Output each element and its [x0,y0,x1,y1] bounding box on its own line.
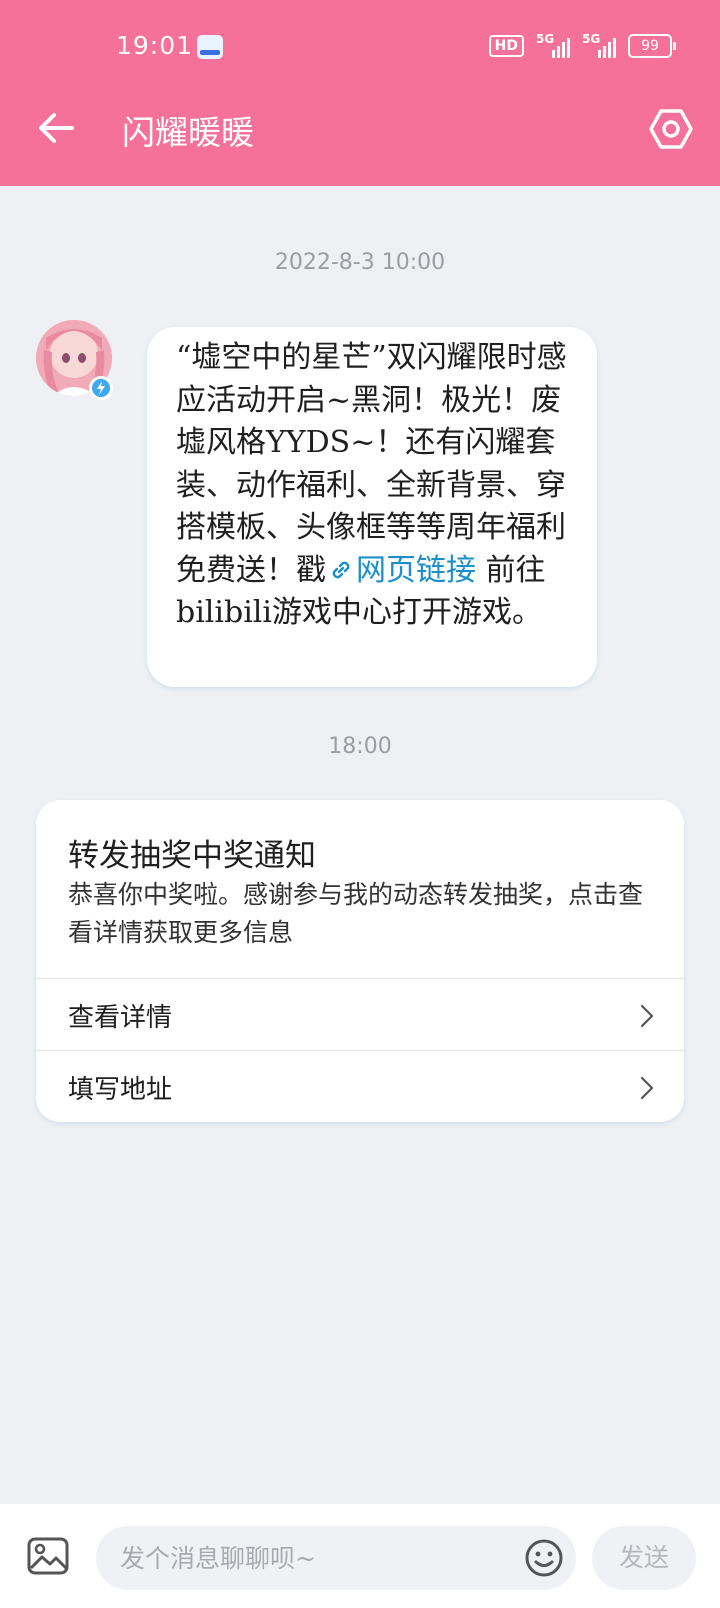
message-timestamp: 2022-8-3 10:00 [274,250,446,275]
view-details-row[interactable]: 查看详情 [36,980,684,1050]
verified-badge-icon [89,376,113,400]
message-input[interactable] [96,1526,576,1590]
view-details-label: 查看详情 [68,1003,173,1033]
header-bar: 19:01 HD 5G 5G 99 闪耀暖暖 [0,0,720,186]
link-icon [332,561,350,578]
image-icon [27,1537,69,1575]
message-text: “墟空中的星芒”双闪耀限时感应活动开启~黑洞！极光！废墟风格YYDS~！还有闪耀… [176,340,567,630]
card-title: 转发抽奖中奖通知 [68,838,316,874]
hexagon-gear-icon [649,109,693,149]
message-timestamp-2: 18:00 [328,734,392,759]
divider [36,1050,684,1051]
card-description: 恭喜你中奖啦。感谢参与我的动态转发抽奖，点击查看详情获取更多信息 [68,880,644,947]
fill-address-label: 填写地址 [68,1075,173,1105]
emoji-button[interactable] [524,1538,564,1578]
arrow-left-icon [39,113,74,143]
signal-icon-2: 5G [582,32,616,58]
divider [36,978,684,979]
lottery-win-card: 转发抽奖中奖通知 恭喜你中奖啦。感谢参与我的动态转发抽奖，点击查看详情获取更多信… [36,800,684,1122]
battery-indicator: 99 [628,34,676,58]
chevron-right-icon [640,1004,654,1028]
fill-address-row[interactable]: 填写地址 [36,1052,684,1122]
web-link[interactable]: 网页链接 [326,553,476,588]
page-title: 闪耀暖暖 [122,113,254,152]
send-button[interactable]: 发送 [592,1526,696,1590]
settings-button[interactable] [648,106,694,152]
composer-bar: 发送 [0,1504,720,1608]
smiley-icon [525,1539,563,1577]
image-picker-button[interactable] [26,1536,70,1576]
hd-indicator: HD [488,35,524,57]
status-indicators: HD 5G 5G 99 [488,32,676,58]
bilibili-notification-icon [197,35,223,59]
chevron-right-icon [640,1076,654,1100]
back-button[interactable] [34,106,78,150]
status-time: 19:01 [116,31,194,60]
signal-icon: 5G [536,32,570,58]
